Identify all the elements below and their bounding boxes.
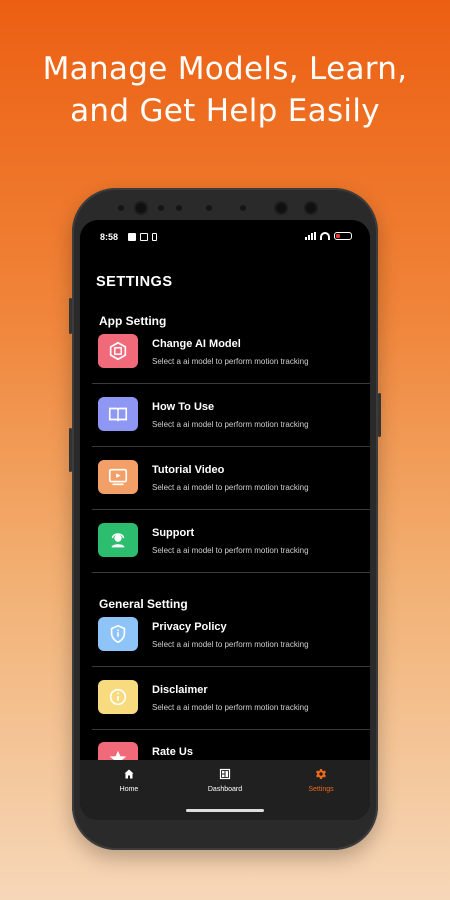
signal-icon: [305, 232, 316, 240]
status-time: 8:58: [100, 232, 119, 242]
setting-item-privacy-policy[interactable]: Privacy Policy Select a ai model to perf…: [92, 617, 370, 679]
item-name: Change AI Model: [152, 338, 241, 350]
item-desc: Select a ai model to perform motion trac…: [152, 546, 309, 555]
setting-item-how-to-use[interactable]: How To Use Select a ai model to perform …: [92, 397, 370, 459]
item-desc: Select a ai model to perform motion trac…: [152, 703, 309, 712]
nav-dashboard-label: Dashboard: [207, 786, 243, 793]
setting-item-disclaimer[interactable]: Disclaimer Select a ai model to perform …: [92, 680, 370, 742]
phone-sensors: [72, 202, 378, 216]
battery-saver-icon: [152, 233, 157, 241]
section-general-setting: General Setting: [99, 597, 188, 611]
ai-chip-icon: [98, 334, 138, 368]
status-bar: 8:58: [80, 230, 370, 246]
divider: [92, 446, 370, 447]
nav-dashboard[interactable]: Dashboard: [195, 768, 255, 793]
page-title: SETTINGS: [96, 274, 173, 290]
setting-item-tutorial-video[interactable]: Tutorial Video Select a ai model to perf…: [92, 460, 370, 522]
setting-item-change-ai-model[interactable]: Change AI Model Select a ai model to per…: [92, 334, 370, 396]
section-app-setting: App Setting: [99, 314, 167, 328]
divider: [92, 729, 370, 730]
volume-up-button: [69, 298, 72, 334]
item-name: Disclaimer: [152, 684, 208, 696]
divider: [92, 572, 370, 573]
headline-line-2: and Get Help Easily: [70, 93, 380, 129]
item-desc: Select a ai model to perform motion trac…: [152, 640, 309, 649]
divider: [92, 383, 370, 384]
headline: Manage Models, Learn, and Get Help Easil…: [0, 48, 450, 132]
nav-settings[interactable]: Settings: [291, 768, 351, 793]
gear-icon: [316, 769, 326, 779]
info-icon: [98, 680, 138, 714]
nav-settings-label: Settings: [308, 786, 334, 793]
nav-home-label: Home: [119, 786, 139, 793]
power-button: [378, 393, 381, 437]
divider: [92, 509, 370, 510]
setting-item-support[interactable]: Support Select a ai model to perform mot…: [92, 523, 370, 585]
headset-icon: [98, 523, 138, 557]
home-indicator[interactable]: [186, 809, 264, 812]
phone-screen: 8:58 SETTINGS App Setting Change AI Mode…: [80, 220, 370, 820]
book-icon: [98, 397, 138, 431]
battery-icon: [334, 232, 352, 240]
nav-home[interactable]: Home: [99, 768, 159, 793]
dashboard-icon: [219, 768, 231, 780]
item-name: Rate Us: [152, 746, 193, 758]
item-name: How To Use: [152, 401, 215, 413]
shield-icon: [98, 617, 138, 651]
item-name: Tutorial Video: [152, 464, 225, 476]
divider: [92, 666, 370, 667]
wifi-icon: [320, 232, 330, 240]
headline-line-1: Manage Models, Learn,: [42, 51, 408, 87]
item-desc: Select a ai model to perform motion trac…: [152, 420, 309, 429]
item-desc: Select a ai model to perform motion trac…: [152, 483, 309, 492]
phone-frame: 8:58 SETTINGS App Setting Change AI Mode…: [69, 188, 381, 850]
linkedin-icon: [140, 233, 148, 241]
youtube-icon: [128, 233, 136, 241]
item-name: Support: [152, 527, 195, 539]
item-desc: Select a ai model to perform motion trac…: [152, 357, 309, 366]
volume-down-button: [69, 428, 72, 472]
video-icon: [98, 460, 138, 494]
bottom-nav: Home Dashboard Settings: [80, 760, 370, 820]
item-name: Privacy Policy: [152, 621, 227, 633]
home-icon: [124, 769, 134, 779]
